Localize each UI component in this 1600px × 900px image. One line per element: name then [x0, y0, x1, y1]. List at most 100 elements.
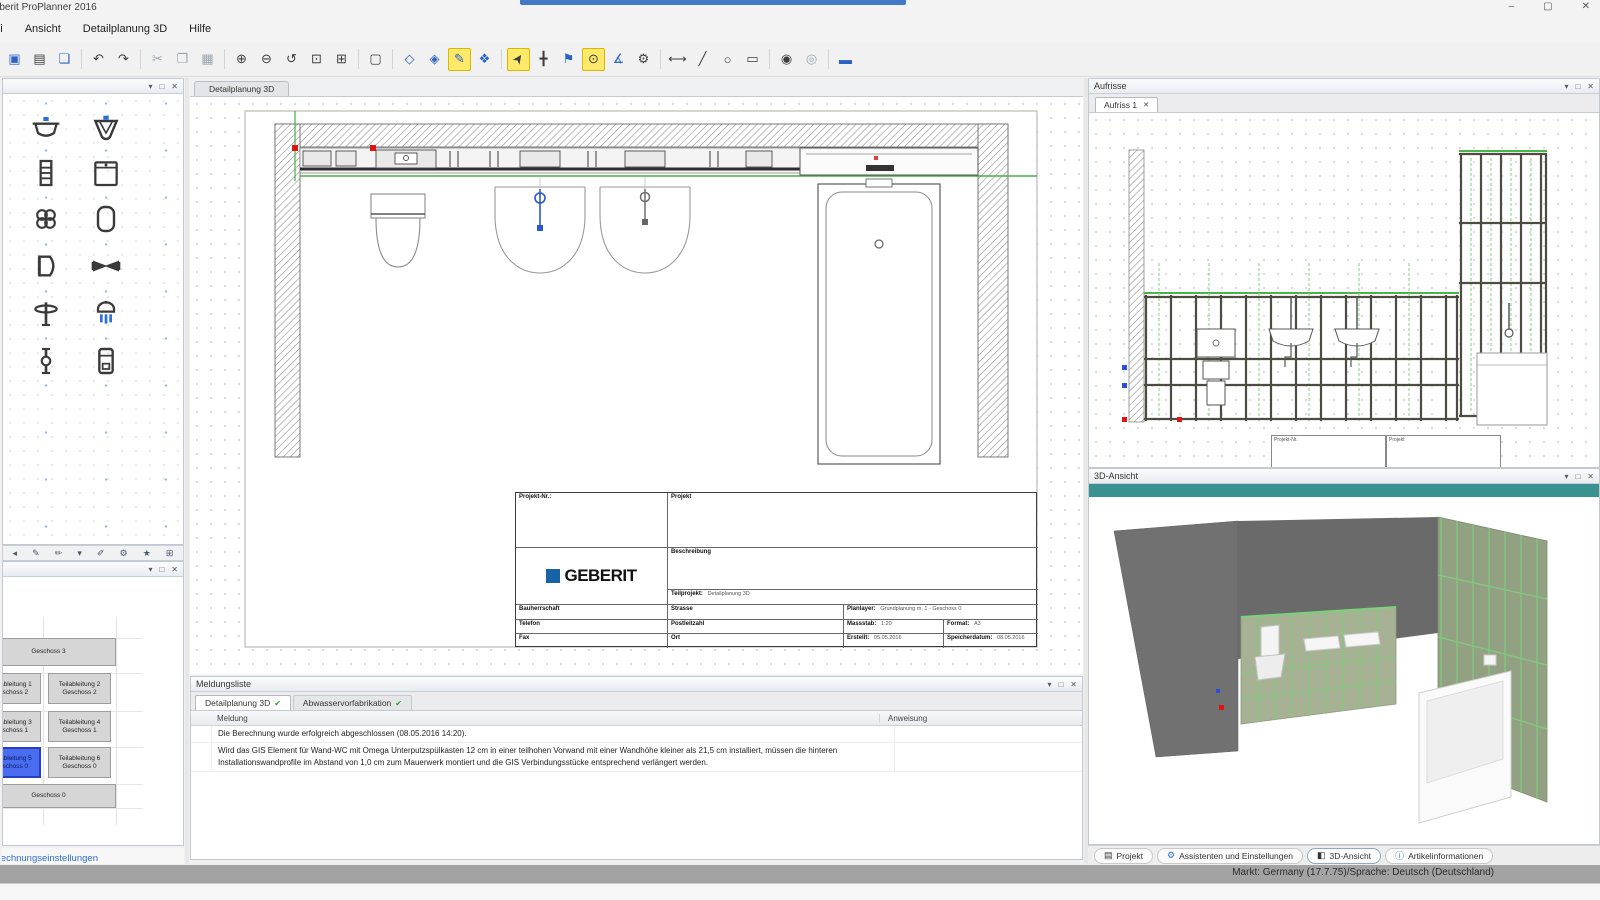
- tab-detailplanung-3d[interactable]: Detailplanung 3D: [194, 81, 289, 96]
- meldung-row-2[interactable]: Wird das GIS Element für Wand-WC mit Ome…: [191, 743, 1082, 772]
- draw-rectangle-icon[interactable]: ▭: [741, 48, 764, 71]
- selection-window-icon[interactable]: ▢: [364, 48, 387, 71]
- catalog-filter-icon[interactable]: ✐: [97, 546, 105, 560]
- floor-plan-canvas[interactable]: Projekt-Nr.: Projekt GEBERIT Beschreibun…: [190, 97, 1083, 674]
- catalog-edit-icon[interactable]: ✏: [55, 546, 63, 560]
- group-lock-icon[interactable]: ⚙: [632, 48, 655, 71]
- pan-icon[interactable]: ◈: [423, 48, 446, 71]
- ventilator-icon[interactable]: [22, 200, 70, 238]
- page-setup-icon[interactable]: ❏: [53, 48, 76, 71]
- scheme-box-5[interactable]: Teilableitung 5Geschoss 0: [3, 747, 41, 778]
- paste-icon[interactable]: ▦: [196, 48, 219, 71]
- select-cursor-icon[interactable]: ➤: [507, 48, 530, 71]
- scheme-box-3[interactable]: Teilableitung 3Geschoss 1: [3, 711, 41, 742]
- menu-hilfe[interactable]: Hilfe: [178, 16, 222, 42]
- catalog-settings-icon[interactable]: ⚙: [120, 546, 128, 560]
- edit-mode-icon[interactable]: ✎: [448, 48, 471, 71]
- berechnungseinstellungen-link[interactable]: Berechnungseinstellungen: [2, 851, 98, 864]
- zoom-extents-icon[interactable]: ⊞: [330, 48, 353, 71]
- dock-pin-icon[interactable]: □: [1575, 470, 1580, 483]
- cistern-icon[interactable]: [82, 342, 130, 380]
- menu-datei[interactable]: Datei: [0, 16, 14, 42]
- column-anweisung[interactable]: Anweisung: [879, 714, 1082, 723]
- dock-close-icon[interactable]: ✕: [1070, 678, 1077, 691]
- urinal-icon[interactable]: [22, 247, 70, 285]
- zoom-previous-icon[interactable]: ↺: [280, 48, 303, 71]
- scheme-box-6[interactable]: Teilableitung 6Geschoss 0: [48, 747, 111, 778]
- undo-icon[interactable]: ↶: [87, 48, 110, 71]
- scheme-box-1[interactable]: Teilableitung 1Geschoss 2: [3, 673, 41, 704]
- scheme-box-4[interactable]: Teilableitung 4Geschoss 1: [48, 711, 111, 742]
- dock-close-icon[interactable]: ✕: [171, 80, 178, 93]
- draw-line-icon[interactable]: ╱: [691, 48, 714, 71]
- meldung-tab-2[interactable]: Abwasservorfabrikation✔: [293, 695, 412, 710]
- dock-menu-icon[interactable]: ▾: [1047, 678, 1051, 691]
- weight-outline-icon[interactable]: ◎: [800, 48, 823, 71]
- zoom-window-icon[interactable]: ⊡: [305, 48, 328, 71]
- copy-icon[interactable]: ❐: [171, 48, 194, 71]
- shower-icon[interactable]: [82, 294, 130, 332]
- close-icon[interactable]: ✕: [1582, 1, 1590, 12]
- redo-icon[interactable]: ↷: [112, 48, 135, 71]
- dock-pin-icon[interactable]: □: [1058, 678, 1063, 691]
- menu-detailplanung-3d[interactable]: Detailplanung 3D: [72, 16, 178, 42]
- splitter-left[interactable]: [185, 78, 189, 864]
- draw-ellipse-icon[interactable]: ○: [716, 48, 739, 71]
- dock-menu-icon[interactable]: ▾: [1564, 470, 1568, 483]
- print-icon[interactable]: ▤: [28, 48, 51, 71]
- tap-icon[interactable]: [22, 294, 70, 332]
- scheme-floor-bottom[interactable]: Geschoss 0: [3, 784, 116, 808]
- tab-projekt[interactable]: ▤Projekt: [1094, 848, 1153, 864]
- dock-pin-icon[interactable]: □: [1575, 80, 1580, 93]
- scheme-box-2[interactable]: Teilableitung 2Geschoss 2: [48, 673, 111, 704]
- catalog-collapse-icon[interactable]: ★: [143, 546, 151, 560]
- panel-toggle-icon[interactable]: ▬: [834, 48, 857, 71]
- catalog-expand-icon[interactable]: ⊞: [166, 546, 174, 560]
- toilet-icon[interactable]: [82, 110, 130, 148]
- valve-icon[interactable]: [22, 342, 70, 380]
- cut-icon[interactable]: ✂: [146, 48, 169, 71]
- move-icon[interactable]: ╋: [532, 48, 555, 71]
- dock-close-icon[interactable]: ✕: [171, 563, 178, 576]
- align-icon[interactable]: ⚑: [557, 48, 580, 71]
- zoom-in-icon[interactable]: ⊕: [230, 48, 253, 71]
- dock-menu-icon[interactable]: ▾: [148, 563, 152, 576]
- minimize-icon[interactable]: –: [1509, 1, 1515, 12]
- tab-3d-ansicht[interactable]: ◧3D-Ansicht: [1307, 848, 1381, 864]
- bathtub-icon[interactable]: [82, 200, 130, 238]
- measure-icon[interactable]: ∡: [607, 48, 630, 71]
- pipe-fitting-icon[interactable]: [82, 247, 130, 285]
- insert-element-icon[interactable]: ❖: [473, 48, 496, 71]
- tab-aufriss-1[interactable]: Aufriss 1 ✕: [1095, 97, 1158, 112]
- tab-artikelinformationen[interactable]: ⓘArtikelinformationen: [1385, 848, 1493, 864]
- dimension-icon[interactable]: ⟷: [666, 48, 689, 71]
- 3d-viewport[interactable]: [1089, 497, 1599, 844]
- meldung-row-1[interactable]: Die Berechnung wurde erfolgreich abgesch…: [191, 726, 1082, 743]
- maximize-icon[interactable]: ▢: [1543, 1, 1552, 12]
- dock-pin-icon[interactable]: □: [159, 80, 164, 93]
- tab-assistenten-und-einstellungen[interactable]: ⚙Assistenten und Einstellungen: [1157, 848, 1303, 864]
- catalog-label-icon[interactable]: ✎: [32, 546, 40, 560]
- dock-close-icon[interactable]: ✕: [1587, 80, 1594, 93]
- menu-ansicht[interactable]: Ansicht: [14, 16, 72, 42]
- orbit-3d-icon[interactable]: ◇: [398, 48, 421, 71]
- radiator-icon[interactable]: [22, 154, 70, 192]
- washbasin-icon[interactable]: [22, 110, 70, 148]
- weight-solid-icon[interactable]: ◉: [775, 48, 798, 71]
- scheme-floor-top[interactable]: Geschoss 3: [3, 638, 116, 666]
- zoom-out-icon[interactable]: ⊖: [255, 48, 278, 71]
- catalog-select-icon[interactable]: ◂: [13, 546, 18, 560]
- 3d-view-toolbar[interactable]: [1089, 484, 1599, 498]
- washing-machine-icon[interactable]: [82, 154, 130, 192]
- zoom-region-icon[interactable]: ⊙: [582, 48, 605, 71]
- save-icon[interactable]: ▣: [3, 48, 26, 71]
- tab-close-icon[interactable]: ✕: [1143, 101, 1149, 109]
- dock-close-icon[interactable]: ✕: [1587, 470, 1594, 483]
- column-meldung[interactable]: Meldung: [191, 714, 879, 723]
- catalog-sort-icon[interactable]: ▾: [77, 546, 82, 560]
- meldung-tab-1[interactable]: Detailplanung 3D✔: [195, 695, 291, 710]
- dock-menu-icon[interactable]: ▾: [148, 80, 152, 93]
- dock-pin-icon[interactable]: □: [159, 563, 164, 576]
- dock-menu-icon[interactable]: ▾: [1564, 80, 1568, 93]
- elevation-view[interactable]: Projekt-Nr. Projekt: [1089, 113, 1599, 467]
